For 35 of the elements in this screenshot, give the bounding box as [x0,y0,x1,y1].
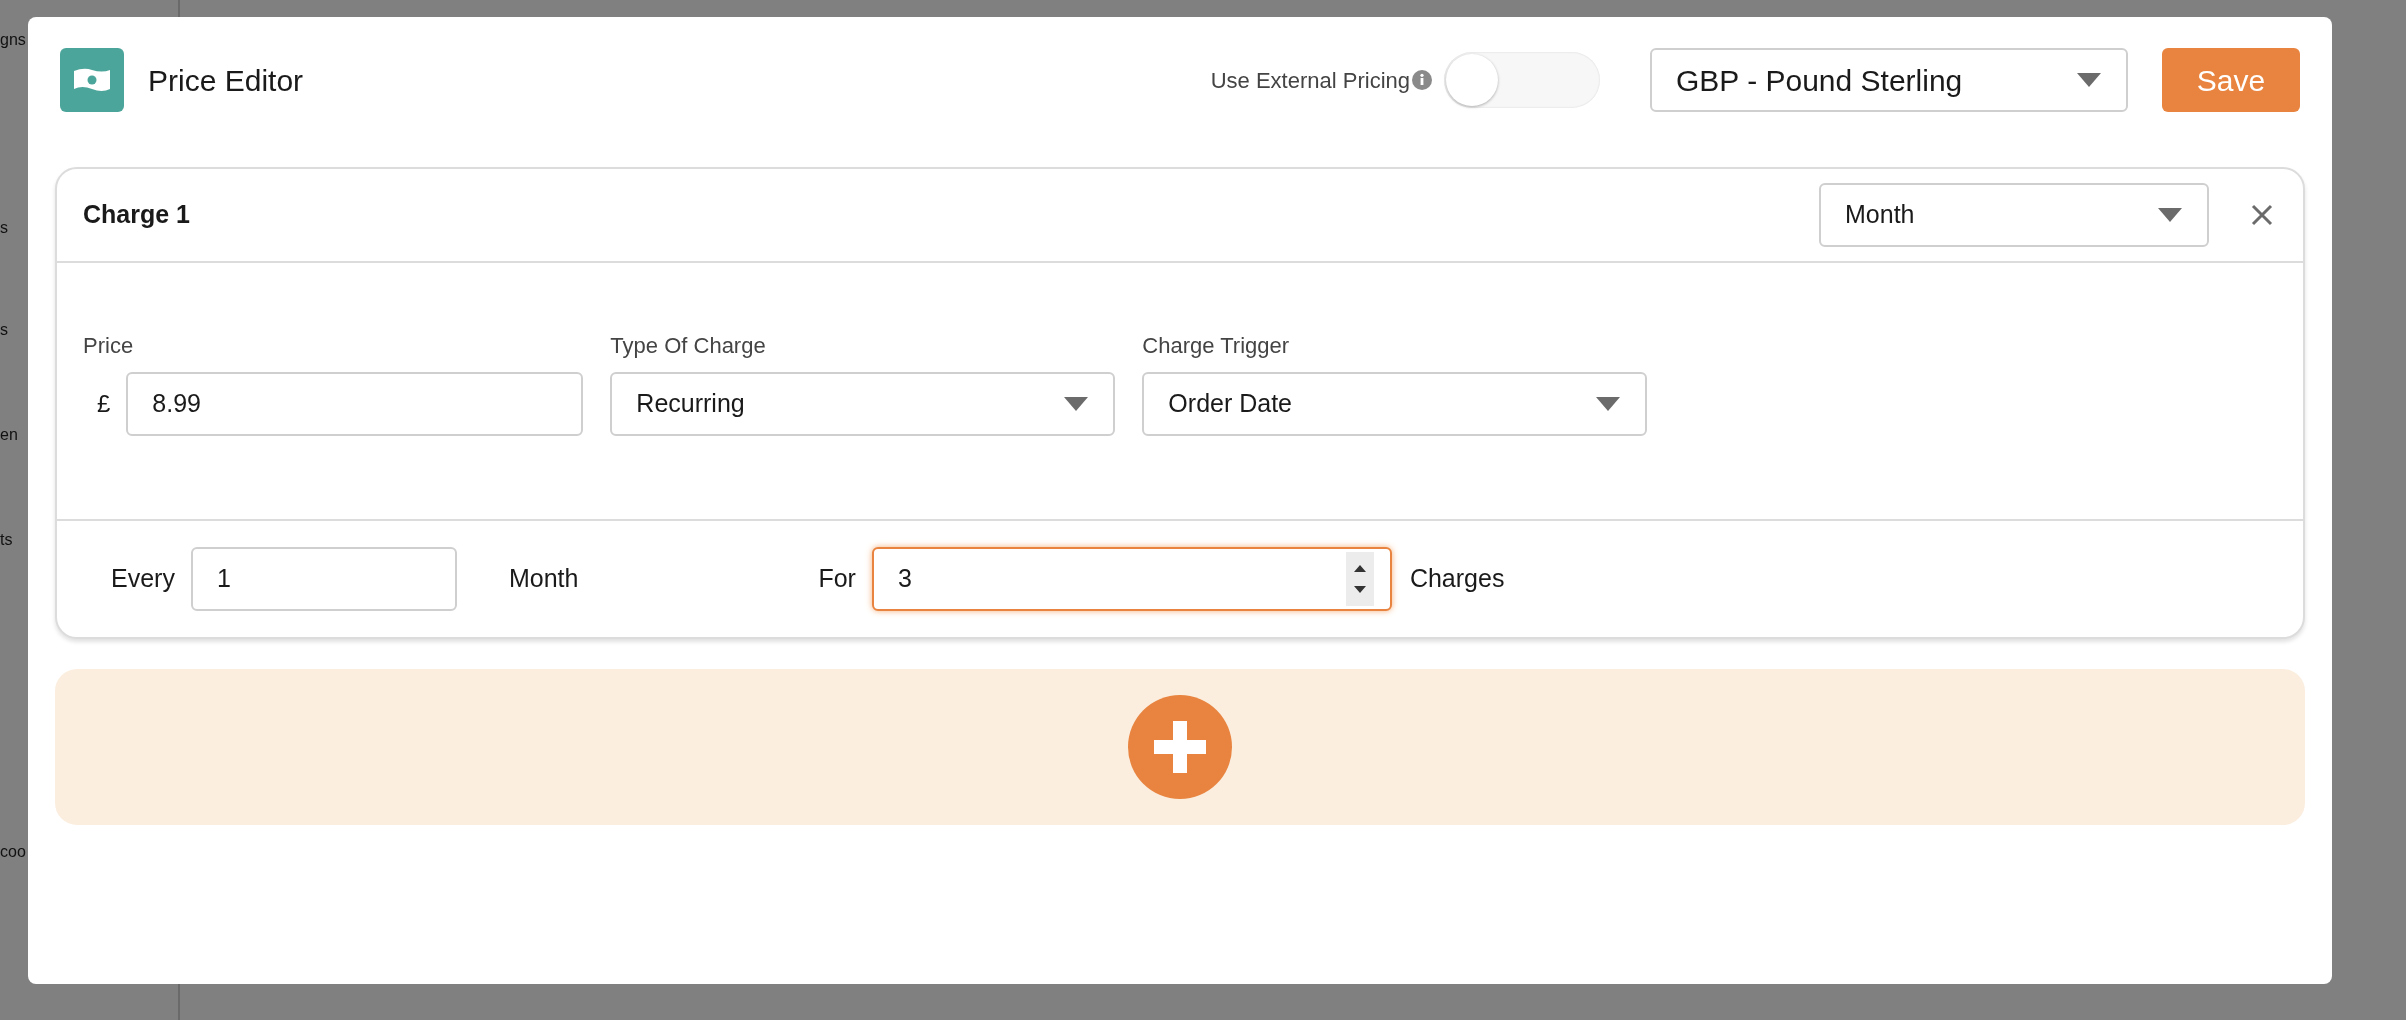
sidebar-text: en [0,425,18,445]
currency-symbol: £ [97,389,111,419]
dialog-title: Price Editor [148,62,304,99]
caret-icon [2076,72,2102,88]
sidebar-text: coo [0,842,26,862]
sidebar-text: s [0,320,8,340]
number-field[interactable]: 3 [871,547,1392,611]
caret-icon [2157,207,2183,223]
toggle-label: Use External Pricing [1210,66,1410,95]
banknote-icon [60,48,124,112]
caret-icon [1595,396,1622,412]
period-select[interactable]: Month [1819,183,2209,247]
price-field[interactable]: 8.99 [126,372,584,436]
charge-type-select[interactable]: Recurring [610,372,1116,436]
caret-icon [1063,396,1090,412]
toggle-switch[interactable] [1444,52,1600,108]
charge-trigger-select[interactable]: Order Date [1142,372,1648,436]
sidebar-text: gns [0,30,26,50]
info-icon [1412,70,1432,90]
currency-select[interactable]: GBP - Pound Sterling [1650,48,2128,112]
field-label: Charge Trigger [1142,332,1291,360]
plus-icon[interactable] [1128,695,1232,799]
unit-label: Charges [1409,563,1505,595]
field-label: Price [83,332,135,360]
number-field[interactable]: 1 [190,547,457,611]
field-label: Type Of Charge [610,332,767,360]
unit-label: Month [508,563,579,595]
field-label: For [818,563,856,595]
field-label: Every [111,563,175,595]
charge-title: Charge 1 [83,199,190,231]
sidebar-text: ts [0,530,13,550]
close-icon[interactable] [2251,204,2273,226]
add-charge-panel[interactable] [55,669,2305,825]
spinner-arrows-icon[interactable] [1345,552,1374,606]
sidebar-text: s [0,218,8,238]
